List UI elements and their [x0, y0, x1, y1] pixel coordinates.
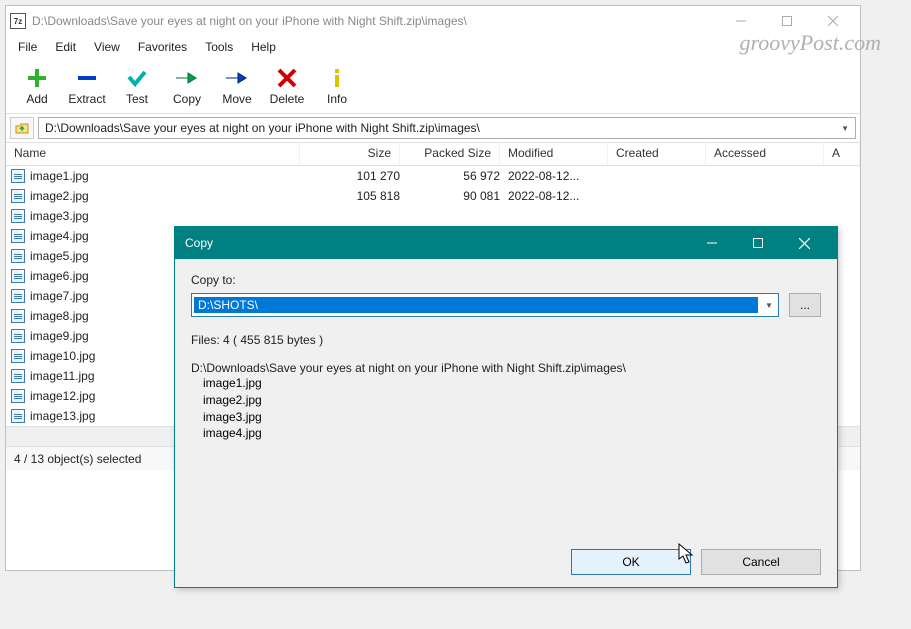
check-icon: [126, 66, 148, 90]
test-button[interactable]: Test: [112, 64, 162, 108]
dialog-file-item: image3.jpg: [203, 409, 821, 426]
copy-label: Copy: [173, 92, 201, 106]
dialog-file-item: image4.jpg: [203, 425, 821, 442]
file-icon: [6, 269, 30, 283]
menu-tools[interactable]: Tools: [197, 38, 241, 56]
file-name: image1.jpg: [30, 169, 300, 183]
folder-up-icon: [15, 121, 29, 135]
dialog-minimize-button[interactable]: [689, 227, 735, 259]
ok-button[interactable]: OK: [571, 549, 691, 575]
address-bar-row: D:\Downloads\Save your eyes at night on …: [6, 114, 860, 142]
dialog-file-item: image1.jpg: [203, 375, 821, 392]
file-icon: [6, 209, 30, 223]
file-icon: [6, 169, 30, 183]
extract-label: Extract: [68, 92, 105, 106]
cancel-button[interactable]: Cancel: [701, 549, 821, 575]
delete-label: Delete: [270, 92, 305, 106]
column-name[interactable]: Name: [6, 143, 300, 165]
file-icon: [6, 249, 30, 263]
menu-help[interactable]: Help: [243, 38, 284, 56]
file-name: image3.jpg: [30, 209, 300, 223]
copy-button[interactable]: Copy: [162, 64, 212, 108]
x-icon: [276, 66, 298, 90]
info-button[interactable]: Info: [312, 64, 362, 108]
file-icon: [6, 229, 30, 243]
file-row[interactable]: image3.jpg: [6, 206, 860, 226]
source-path: D:\Downloads\Save your eyes at night on …: [191, 361, 821, 375]
menu-edit[interactable]: Edit: [47, 38, 84, 56]
file-icon: [6, 189, 30, 203]
dialog-body: Copy to: D:\SHOTS\ ▼ ... Files: 4 ( 455 …: [175, 259, 837, 456]
column-modified[interactable]: Modified: [500, 143, 608, 165]
destination-value: D:\SHOTS\: [194, 297, 758, 313]
info-label: Info: [327, 92, 347, 106]
chevron-down-icon[interactable]: ▼: [760, 301, 778, 310]
move-label: Move: [222, 92, 251, 106]
file-icon: [6, 289, 30, 303]
column-accessed[interactable]: Accessed: [706, 143, 824, 165]
file-name: image2.jpg: [30, 189, 300, 203]
column-extra[interactable]: A: [824, 143, 860, 165]
app-icon: 7z: [10, 13, 26, 29]
dialog-maximize-button[interactable]: [735, 227, 781, 259]
move-button[interactable]: Move: [212, 64, 262, 108]
column-created[interactable]: Created: [608, 143, 706, 165]
file-icon: [6, 329, 30, 343]
delete-button[interactable]: Delete: [262, 64, 312, 108]
add-label: Add: [26, 92, 47, 106]
move-arrow-icon: [224, 66, 250, 90]
menu-favorites[interactable]: Favorites: [130, 38, 195, 56]
plus-icon: [26, 66, 48, 90]
chevron-down-icon[interactable]: ▼: [841, 124, 849, 133]
menu-file[interactable]: File: [10, 38, 45, 56]
file-modified: 2022-08-12...: [500, 189, 608, 203]
menu-view[interactable]: View: [86, 38, 128, 56]
files-summary: Files: 4 ( 455 815 bytes ): [191, 333, 821, 347]
titlebar: 7z D:\Downloads\Save your eyes at night …: [6, 6, 860, 36]
file-row[interactable]: image1.jpg101 27056 9722022-08-12...: [6, 166, 860, 186]
destination-combo[interactable]: D:\SHOTS\ ▼: [191, 293, 779, 317]
address-text: D:\Downloads\Save your eyes at night on …: [45, 121, 841, 135]
toolbar: Add Extract Test Copy Move: [6, 58, 860, 114]
dialog-file-item: image2.jpg: [203, 392, 821, 409]
file-size: 101 270: [300, 169, 400, 183]
info-icon: [326, 66, 348, 90]
dialog-file-list: image1.jpgimage2.jpgimage3.jpgimage4.jpg: [191, 375, 821, 442]
dialog-title: Copy: [185, 236, 689, 250]
extract-button[interactable]: Extract: [62, 64, 112, 108]
watermark: groovyPost.com: [739, 30, 881, 56]
window-title: D:\Downloads\Save your eyes at night on …: [32, 14, 718, 28]
file-size: 105 818: [300, 189, 400, 203]
dialog-close-button[interactable]: [781, 227, 827, 259]
address-bar[interactable]: D:\Downloads\Save your eyes at night on …: [38, 117, 856, 139]
add-button[interactable]: Add: [12, 64, 62, 108]
test-label: Test: [126, 92, 148, 106]
file-icon: [6, 309, 30, 323]
browse-button[interactable]: ...: [789, 293, 821, 317]
up-button[interactable]: [10, 117, 34, 139]
column-size[interactable]: Size: [300, 143, 400, 165]
copy-arrow-icon: [174, 66, 200, 90]
dialog-titlebar: Copy: [175, 227, 837, 259]
file-icon: [6, 349, 30, 363]
file-icon: [6, 389, 30, 403]
file-packed: 56 972: [400, 169, 500, 183]
file-modified: 2022-08-12...: [500, 169, 608, 183]
copy-to-label: Copy to:: [191, 273, 821, 287]
menubar: File Edit View Favorites Tools Help: [6, 36, 860, 58]
column-headers: Name Size Packed Size Modified Created A…: [6, 142, 860, 166]
column-packed[interactable]: Packed Size: [400, 143, 500, 165]
minus-icon: [76, 66, 98, 90]
status-text: 4 / 13 object(s) selected: [14, 452, 141, 466]
file-icon: [6, 409, 30, 423]
file-icon: [6, 369, 30, 383]
file-row[interactable]: image2.jpg105 81890 0812022-08-12...: [6, 186, 860, 206]
copy-dialog: Copy Copy to: D:\SHOTS\ ▼ ... Files: 4 (…: [174, 226, 838, 588]
file-packed: 90 081: [400, 189, 500, 203]
